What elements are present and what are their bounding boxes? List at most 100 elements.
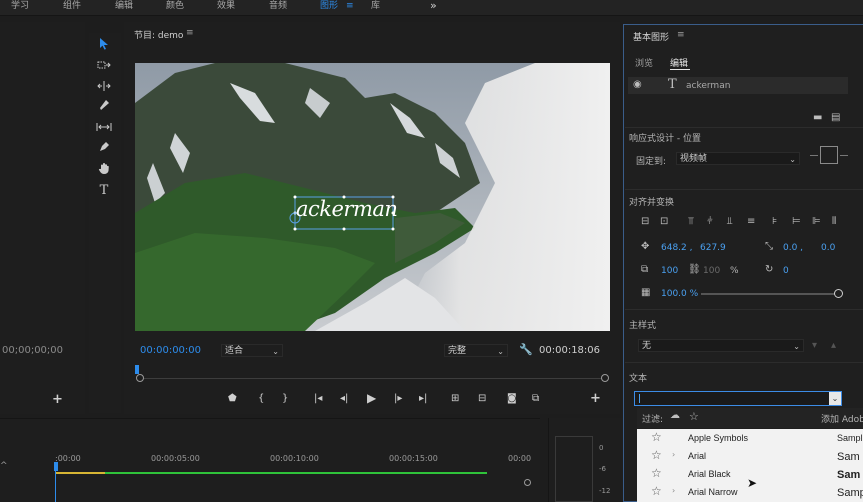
tab-edit[interactable]: 编辑	[670, 56, 688, 69]
link-icon[interactable]: ⛓	[688, 264, 701, 275]
mark-in-icon[interactable]: {	[258, 393, 264, 404]
add-adobe-fonts-link[interactable]: 添加 Adob	[821, 412, 863, 425]
font-sample: Sampl	[837, 433, 863, 443]
star-icon[interactable]: ☆	[651, 484, 662, 498]
meter-box	[555, 436, 593, 502]
font-item[interactable]: ☆ › Arial Sam	[637, 447, 863, 465]
font-search-input[interactable]: ⌄	[634, 391, 842, 406]
go-to-in-icon[interactable]: |◂	[314, 393, 322, 404]
text-layer-icon: T	[668, 77, 677, 92]
chevron-right-icon[interactable]: ›	[672, 450, 675, 459]
slip-tool-icon[interactable]	[94, 120, 114, 138]
layer-item-ackerman[interactable]: ◉ T ackerman	[628, 77, 848, 94]
razor-tool-icon[interactable]	[94, 99, 114, 117]
font-sample: Sam	[837, 451, 860, 463]
comparison-view-icon[interactable]: ⧉	[532, 393, 539, 404]
pen-tool-icon[interactable]	[94, 141, 114, 159]
chevron-right-icon[interactable]: ›	[672, 486, 675, 495]
settings-wrench-icon[interactable]: 🔧	[519, 343, 533, 356]
rotation-value[interactable]: 0	[783, 266, 789, 276]
text-caret	[639, 394, 640, 403]
menu-edit[interactable]: 编辑	[115, 0, 133, 12]
menu-audio[interactable]: 音频	[269, 0, 287, 12]
cloud-filter-icon[interactable]: ☁	[670, 410, 680, 421]
quality-select[interactable]: 完整 ⌄	[444, 344, 508, 357]
hand-tool-icon[interactable]	[94, 162, 114, 180]
anchor-x[interactable]: 0.0 ,	[783, 243, 803, 253]
extract-icon[interactable]: ⊟	[478, 393, 486, 404]
align-center-icon[interactable]: ⊨	[792, 216, 801, 227]
step-forward-icon[interactable]: |▸	[394, 393, 402, 404]
position-y[interactable]: 627.9	[700, 243, 726, 253]
align-vertical-center-icon[interactable]: ⊟	[641, 216, 649, 227]
timeline-collapse-icon[interactable]: ^	[0, 461, 8, 471]
new-layer-icon[interactable]: ▤	[831, 112, 840, 123]
ripple-edit-tool-icon[interactable]	[94, 79, 114, 97]
align-right-icon[interactable]: ⊫	[812, 216, 821, 227]
tab-browse[interactable]: 浏览	[635, 56, 653, 69]
selection-tool-icon[interactable]	[94, 38, 114, 56]
opacity-slider-knob[interactable]	[834, 289, 843, 298]
monitor-scrub-bar[interactable]	[137, 378, 607, 379]
align-bottom-icon[interactable]: ⫫	[727, 216, 733, 227]
star-icon[interactable]: ☆	[651, 448, 662, 462]
go-to-out-icon[interactable]: ▸|	[419, 393, 427, 404]
menu-assembly[interactable]: 组件	[63, 0, 81, 12]
font-item[interactable]: ☆ Apple Symbols Sampl	[637, 429, 863, 447]
align-left-icon[interactable]: ⊧	[772, 216, 777, 227]
menu-learn[interactable]: 学习	[11, 0, 29, 12]
more-workspaces-icon[interactable]: »	[430, 0, 437, 12]
scale-height-value[interactable]: 100	[703, 266, 720, 276]
add-button[interactable]: +	[52, 392, 63, 407]
monitor-playhead[interactable]	[135, 365, 139, 374]
panel-menu-icon[interactable]: ≡	[677, 30, 685, 40]
menu-graphics[interactable]: 图形	[320, 0, 338, 12]
scrub-end-handle[interactable]	[601, 374, 609, 382]
work-area-bar[interactable]	[55, 472, 487, 474]
eye-icon[interactable]: ◉	[633, 79, 642, 90]
timeline-playhead[interactable]	[54, 462, 58, 471]
distribute-vertical-icon[interactable]: ≡	[747, 216, 755, 227]
menu-libraries[interactable]: 库	[371, 0, 380, 12]
export-frame-icon[interactable]: ◙	[507, 393, 517, 404]
button-editor-icon[interactable]: +	[590, 391, 601, 406]
lift-icon[interactable]: ⊞	[451, 393, 459, 404]
master-style-select[interactable]: 无 ⌄	[638, 339, 804, 352]
opacity-slider-track[interactable]	[701, 293, 836, 295]
video-frame[interactable]: ackerman	[135, 63, 610, 331]
quality-select-value: 完整	[448, 346, 467, 356]
step-back-icon[interactable]: ◂|	[340, 393, 348, 404]
star-icon[interactable]: ☆	[651, 466, 662, 480]
play-icon[interactable]: ▶	[367, 391, 376, 405]
new-layer-group-icon[interactable]: ▬	[813, 112, 822, 123]
star-icon[interactable]: ☆	[651, 430, 662, 444]
pin-anchor-widget[interactable]	[820, 146, 838, 164]
scale-value[interactable]: 100	[661, 266, 678, 276]
timeline-scroll-handle[interactable]	[524, 479, 531, 486]
zoom-select[interactable]: 适合 ⌄	[221, 344, 283, 357]
favorites-filter-icon[interactable]: ☆	[689, 410, 699, 423]
opacity-value[interactable]: 100.0 %	[661, 289, 698, 299]
align-transform-title: 对齐并变换	[629, 198, 675, 208]
menu-effects[interactable]: 效果	[217, 0, 235, 12]
align-middle-icon[interactable]: ⫩	[707, 216, 713, 227]
video-title-text[interactable]: ackerman	[296, 197, 398, 221]
type-tool-icon[interactable]: T	[94, 182, 114, 200]
menu-color[interactable]: 颜色	[166, 0, 184, 12]
add-marker-icon[interactable]: ⬟	[228, 393, 237, 404]
mark-out-icon[interactable]: }	[282, 393, 288, 404]
push-style-up-icon[interactable]: ▴	[831, 340, 836, 351]
scrub-start-handle[interactable]	[136, 374, 144, 382]
position-x[interactable]: 648.2 ,	[661, 243, 693, 253]
track-select-tool-icon[interactable]	[94, 58, 114, 76]
chevron-down-icon[interactable]: ⌄	[829, 392, 841, 405]
monitor-menu-icon[interactable]: ≡	[186, 28, 194, 38]
align-top-icon[interactable]: ⫪	[688, 216, 694, 227]
current-time[interactable]: 00:00:00:00	[140, 345, 201, 356]
menu-graphics-options-icon[interactable]: ≡	[346, 1, 354, 11]
distribute-horizontal-icon[interactable]: ⫴	[832, 216, 836, 227]
anchor-y[interactable]: 0.0	[821, 243, 835, 253]
align-horizontal-center-icon[interactable]: ⊡	[660, 216, 668, 227]
pin-to-select[interactable]: 视频帧 ⌄	[676, 152, 800, 165]
push-style-down-icon[interactable]: ▾	[812, 340, 817, 351]
